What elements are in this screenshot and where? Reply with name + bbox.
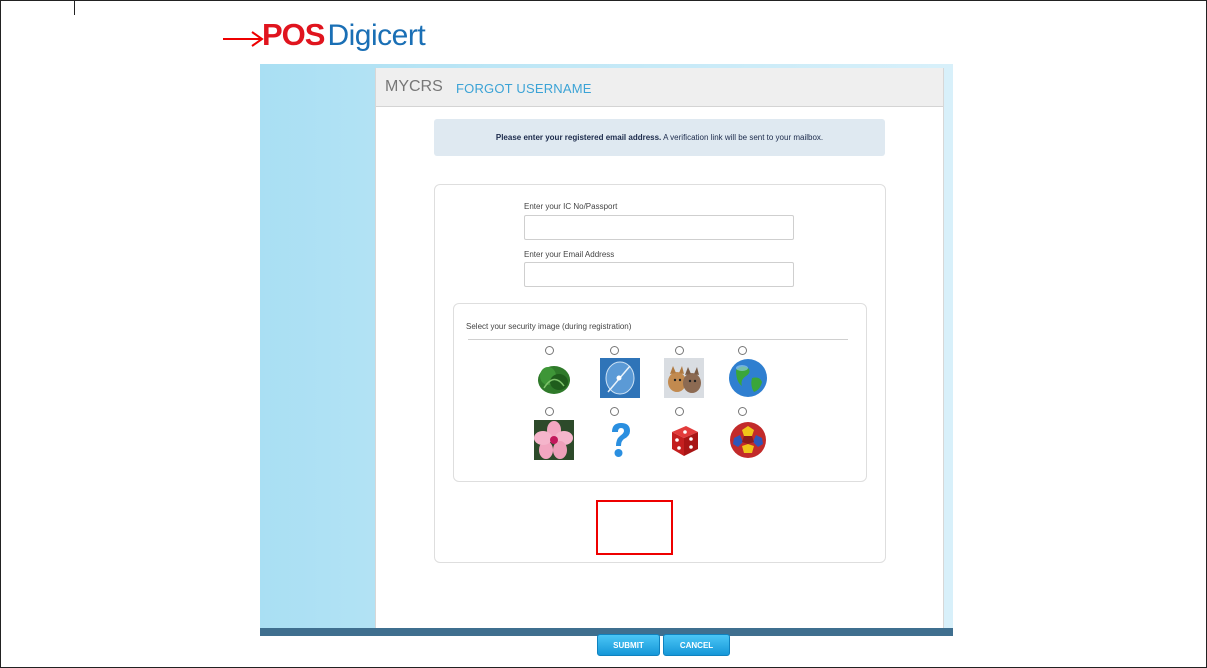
security-radio-8[interactable] [738,407,747,416]
logo-digicert-text: Digicert [327,19,426,52]
panel-header: MYCRS FORGOT USERNAME [376,68,943,107]
security-radio-3[interactable] [675,346,684,355]
security-divider [468,339,848,340]
satellite-dish-icon[interactable] [600,358,640,398]
lettuce-icon[interactable] [534,358,574,398]
dice-icon[interactable] [664,420,704,460]
security-image-group: Select your security image (during regis… [453,303,867,482]
security-radio-6[interactable] [610,407,619,416]
globe-icon[interactable] [728,358,768,398]
security-radio-2[interactable] [610,346,619,355]
ic-passport-input[interactable] [524,215,794,240]
security-radio-1[interactable] [545,346,554,355]
annotation-arrow-icon [223,31,264,47]
security-radio-5[interactable] [545,407,554,416]
annotation-highlight-box [596,500,673,555]
email-input[interactable] [524,262,794,287]
question-mark-icon[interactable] [600,420,640,460]
pos-digicert-logo: POS Digicert [262,17,426,53]
instruction-notice: Please enter your registered email addre… [434,119,885,156]
cancel-button[interactable]: CANCEL [663,634,730,656]
polyhedron-ball-icon[interactable] [728,420,768,460]
kittens-icon[interactable] [664,358,704,398]
ic-passport-label: Enter your IC No/Passport [524,202,618,211]
security-radio-4[interactable] [738,346,747,355]
security-image-label: Select your security image (during regis… [466,322,632,331]
logo-pos-text: POS [262,17,325,52]
hibiscus-flower-icon[interactable] [534,420,574,460]
submit-button[interactable]: SUBMIT [597,634,660,656]
table-cell-divider [74,0,75,15]
email-label: Enter your Email Address [524,250,615,259]
page-title: FORGOT USERNAME [456,81,592,96]
notice-bold-text: Please enter your registered email addre… [495,133,662,142]
notice-text: A verification link will be sent to your… [661,133,824,142]
app-name: MYCRS [385,78,443,95]
security-radio-7[interactable] [675,407,684,416]
